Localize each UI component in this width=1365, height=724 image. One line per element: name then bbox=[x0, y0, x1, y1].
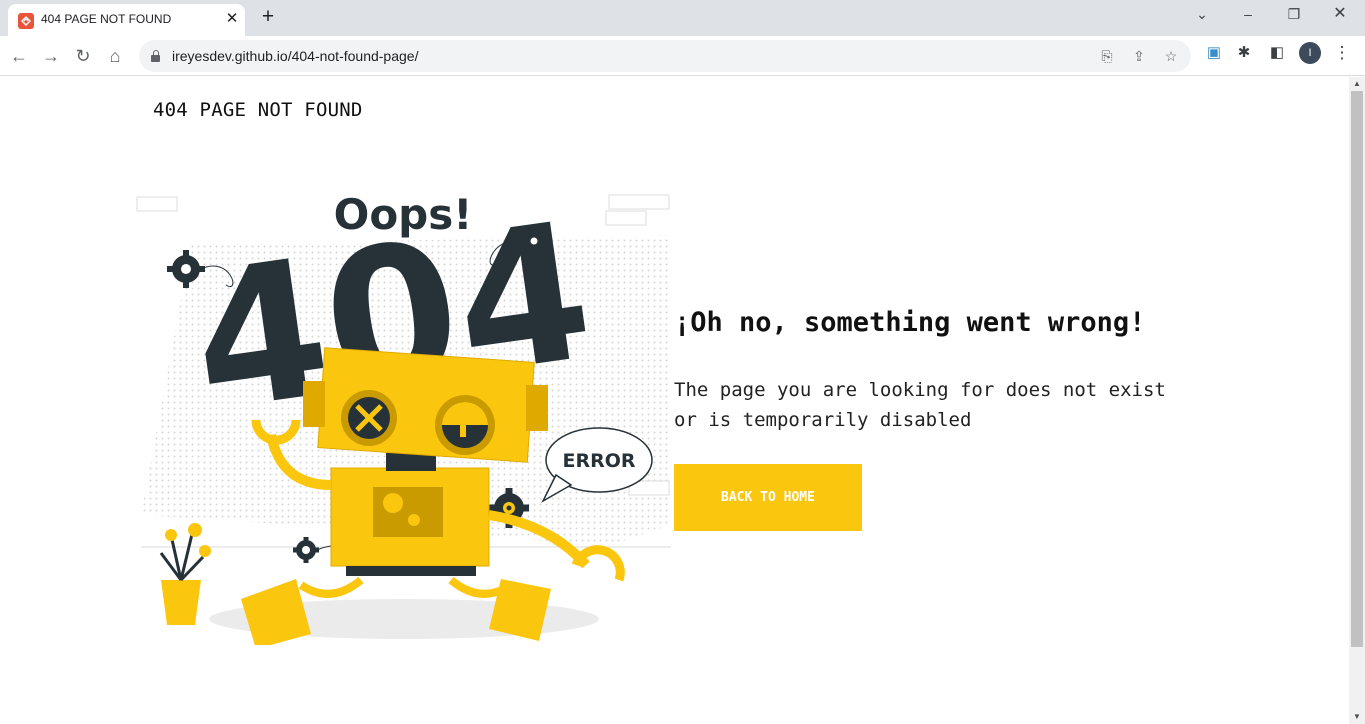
extension-screen-icon[interactable]: ▣ bbox=[1203, 42, 1225, 64]
avatar[interactable]: I bbox=[1299, 42, 1321, 64]
translate-icon[interactable]: ⎘ bbox=[1097, 46, 1117, 66]
wall-brick bbox=[136, 196, 178, 212]
scroll-thumb[interactable] bbox=[1351, 91, 1363, 647]
scroll-up-arrow-icon[interactable]: ▲ bbox=[1349, 77, 1365, 91]
error-description: The page you are looking for does not ex… bbox=[674, 375, 1234, 435]
robot-ear bbox=[303, 381, 325, 427]
side-panel-icon[interactable]: ◧ bbox=[1266, 42, 1288, 64]
lock-icon[interactable] bbox=[151, 50, 160, 62]
tab-title: 404 PAGE NOT FOUND bbox=[41, 12, 172, 26]
plant-flower bbox=[188, 523, 202, 537]
robot-pupil bbox=[460, 423, 466, 437]
address-bar[interactable]: ireyesdev.github.io/404-not-found-page/ … bbox=[139, 40, 1191, 72]
new-tab-button[interactable]: + bbox=[256, 6, 280, 30]
scroll-down-arrow-icon[interactable]: ▼ bbox=[1349, 710, 1365, 724]
error-bubble-text: ERROR bbox=[562, 450, 635, 472]
arrow-right-icon[interactable]: → bbox=[39, 44, 63, 68]
close-window-icon[interactable]: ✕ bbox=[1325, 4, 1355, 24]
robot-ear bbox=[526, 385, 548, 431]
chest-gear-icon bbox=[383, 493, 403, 513]
browser-tab[interactable]: 404 PAGE NOT FOUND ✕ bbox=[8, 4, 245, 36]
robot-404-illustration: Oops! 404 ERROR bbox=[136, 185, 671, 645]
tab-close-icon[interactable]: ✕ bbox=[223, 10, 241, 28]
site-header: 404 PAGE NOT FOUND bbox=[153, 99, 363, 121]
tab-search-chevron-icon[interactable]: ⌄ bbox=[1187, 4, 1217, 24]
gear-icon bbox=[293, 537, 319, 563]
robot-left-leg bbox=[298, 576, 364, 598]
vertical-scrollbar[interactable]: ▲ ▼ bbox=[1349, 77, 1365, 724]
restore-icon[interactable]: ❐ bbox=[1279, 4, 1309, 24]
chest-gear-icon bbox=[408, 514, 420, 526]
description-line: or is temporarily disabled bbox=[674, 409, 972, 431]
url-text[interactable]: ireyesdev.github.io/404-not-found-page/ bbox=[172, 48, 418, 64]
wall-brick bbox=[608, 194, 670, 210]
site-favicon-icon bbox=[18, 13, 34, 29]
wall-brick bbox=[605, 210, 647, 226]
robot-waist bbox=[346, 566, 476, 576]
kebab-menu-icon[interactable]: ⋮ bbox=[1331, 42, 1353, 64]
tab-strip: 404 PAGE NOT FOUND ✕ + ⌄ – ❐ ✕ bbox=[0, 0, 1365, 36]
plant-flower bbox=[199, 545, 211, 557]
share-icon[interactable]: ⇪ bbox=[1129, 46, 1149, 66]
plant-flower bbox=[165, 529, 177, 541]
browser-toolbar: ← → ↻ ⌂ ireyesdev.github.io/404-not-foun… bbox=[0, 36, 1365, 76]
home-icon[interactable]: ⌂ bbox=[103, 44, 127, 68]
description-line: The page you are looking for does not ex… bbox=[674, 379, 1166, 401]
star-icon[interactable]: ☆ bbox=[1161, 46, 1181, 66]
minimize-icon[interactable]: – bbox=[1233, 4, 1263, 24]
error-headline: ¡Oh no, something went wrong! bbox=[674, 307, 1146, 338]
puzzle-icon[interactable]: ✱ bbox=[1233, 42, 1255, 64]
plant-pot bbox=[161, 580, 201, 625]
reload-icon[interactable]: ↻ bbox=[71, 44, 95, 68]
robot-chest-panel bbox=[373, 487, 443, 537]
arrow-left-icon[interactable]: ← bbox=[7, 44, 31, 68]
back-to-home-button[interactable]: BACK TO HOME bbox=[674, 464, 862, 531]
page-viewport: 404 PAGE NOT FOUND Oops! 404 ERROR ¡Oh n… bbox=[0, 77, 1349, 724]
